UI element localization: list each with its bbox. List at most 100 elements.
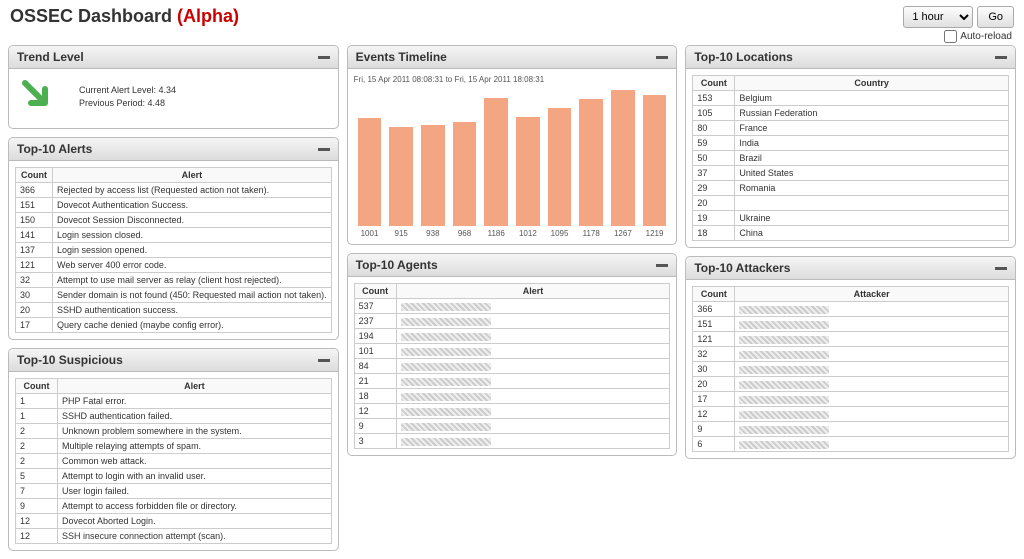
events-timeline-panel: Events Timeline Fri, 15 Apr 2011 08:08:3… [347,45,678,245]
table-row: 18 [354,389,670,404]
collapse-icon[interactable] [318,56,330,59]
chart-bar-label: 1267 [614,229,632,238]
redacted-value [401,318,491,326]
table-row: 1SSHD authentication failed. [16,409,332,424]
redacted-value [401,438,491,446]
top-locations-title: Top-10 Locations [694,50,792,64]
title-alpha: (Alpha) [177,6,239,26]
table-row: 537 [354,299,670,314]
table-row: 32Attempt to use mail server as relay (c… [16,273,332,288]
table-row: 2Common web attack. [16,454,332,469]
top-alerts-panel: Top-10 Alerts Count Alert 366Rejected by… [8,137,339,340]
top-alerts-table: Count Alert 366Rejected by access list (… [15,167,332,333]
redacted-value [401,393,491,401]
chart-bar-label: 1012 [519,229,537,238]
trend-previous-value: 4.48 [148,98,166,108]
table-row: 366Rejected by access list (Requested ac… [16,183,332,198]
redacted-value [401,333,491,341]
table-row: 1PHP Fatal error. [16,394,332,409]
table-row: 9 [354,419,670,434]
redacted-value [739,411,829,419]
chart-bar-label: 1001 [361,229,379,238]
collapse-icon[interactable] [995,56,1007,59]
redacted-value [401,423,491,431]
table-row: 121Web server 400 error code. [16,258,332,273]
redacted-value [739,351,829,359]
table-row: 194 [354,329,670,344]
redacted-value [401,348,491,356]
collapse-icon[interactable] [656,56,668,59]
top-locations-panel: Top-10 Locations Count Country 153Belgiu… [685,45,1016,248]
redacted-value [739,426,829,434]
chart-bar: 1001 [358,118,382,238]
go-button[interactable]: Go [977,6,1014,28]
table-row: 37United States [693,166,1009,181]
table-row: 30Sender domain is not found (450: Reque… [16,288,332,303]
table-row: 101 [354,344,670,359]
trend-down-arrow-icon [19,77,55,116]
chart-bar-label: 915 [395,229,408,238]
top-agents-panel: Top-10 Agents Count Alert 53723719410184… [347,253,678,456]
table-row: 9Attempt to access forbidden file or dir… [16,499,332,514]
table-row: 20SSHD authentication success. [16,303,332,318]
table-row: 7User login failed. [16,484,332,499]
chart-bar: 1186 [484,98,508,238]
table-row: 17 [693,392,1009,407]
redacted-value [739,366,829,374]
auto-reload-label: Auto-reload [960,31,1012,42]
table-row: 151 [693,317,1009,332]
table-row: 151Dovecot Authentication Success. [16,198,332,213]
redacted-value [401,303,491,311]
auto-reload-toggle[interactable]: Auto-reload [944,30,1012,43]
collapse-icon[interactable] [318,148,330,151]
table-row: 237 [354,314,670,329]
table-row: 20 [693,196,1009,211]
table-row: 5Attempt to login with an invalid user. [16,469,332,484]
collapse-icon[interactable] [318,359,330,362]
top-alerts-title: Top-10 Alerts [17,142,92,156]
trend-panel: Trend Level Current Alert Level: 4.34 Pr… [8,45,339,129]
table-row: 50Brazil [693,151,1009,166]
table-row: 32 [693,347,1009,362]
table-row: 121 [693,332,1009,347]
table-row: 59India [693,136,1009,151]
top-suspicious-panel: Top-10 Suspicious Count Alert 1PHP Fatal… [8,348,339,551]
top-attackers-table: Count Attacker 366151121323020171296 [692,286,1009,452]
table-row: 153Belgium [693,91,1009,106]
table-row: 80France [693,121,1009,136]
redacted-value [401,378,491,386]
table-row: 3 [354,434,670,449]
table-row: 19Ukraine [693,211,1009,226]
redacted-value [739,306,829,314]
chart-bar: 1219 [643,95,667,238]
chart-bar-label: 1178 [583,229,600,238]
timeline-caption: Fri, 15 Apr 2011 08:08:31 to Fri, 15 Apr… [354,75,671,84]
collapse-icon[interactable] [656,264,668,267]
chart-bar: 1095 [548,108,572,238]
time-range-select[interactable]: 1 hour [903,6,973,28]
redacted-value [401,363,491,371]
chart-bar: 1012 [516,117,540,238]
top-agents-title: Top-10 Agents [356,258,438,272]
table-row: 137Login session opened. [16,243,332,258]
chart-bar-label: 1219 [646,229,664,238]
top-agents-table: Count Alert 5372371941018421181293 [354,283,671,449]
table-row: 84 [354,359,670,374]
trend-title: Trend Level [17,50,84,64]
redacted-value [739,441,829,449]
table-row: 9 [693,422,1009,437]
chart-bar: 938 [421,125,445,238]
redacted-value [401,408,491,416]
chart-bar: 968 [453,122,477,238]
redacted-value [739,381,829,389]
auto-reload-checkbox[interactable] [944,30,957,43]
collapse-icon[interactable] [995,267,1007,270]
table-row: 21 [354,374,670,389]
table-row: 2Multiple relaying attempts of spam. [16,439,332,454]
table-row: 12 [354,404,670,419]
top-attackers-title: Top-10 Attackers [694,261,790,275]
table-row: 17Query cache denied (maybe config error… [16,318,332,333]
chart-bar-label: 938 [426,229,439,238]
top-attackers-panel: Top-10 Attackers Count Attacker 36615112… [685,256,1016,459]
table-row: 150Dovecot Session Disconnected. [16,213,332,228]
